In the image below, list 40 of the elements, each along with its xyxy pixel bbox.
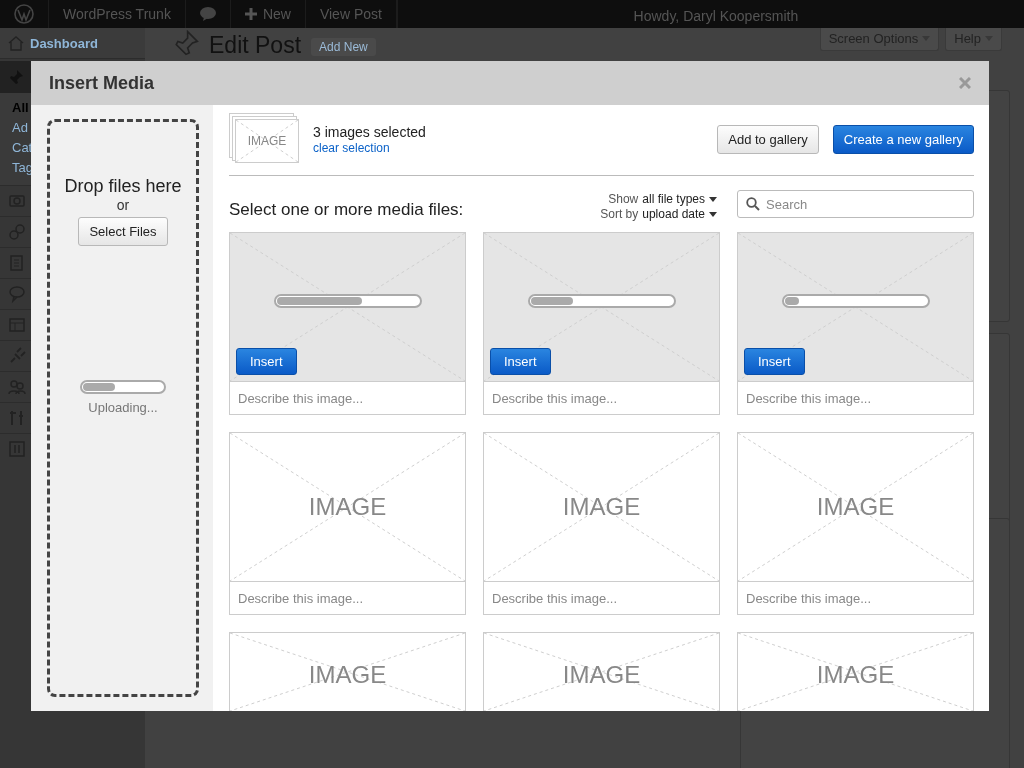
image-placeholder[interactable]: IMAGE [738, 433, 973, 582]
insert-button[interactable]: Insert [236, 348, 297, 375]
caret-icon [709, 211, 717, 217]
view-post-link[interactable]: View Post [319, 6, 382, 22]
create-gallery-button[interactable]: Create a new gallery [832, 124, 974, 154]
close-icon[interactable] [959, 77, 971, 89]
drop-zone[interactable]: Drop files here or Select Files Uploading... [47, 119, 199, 697]
image-placeholder[interactable]: IMAGE [230, 433, 465, 582]
drop-text: Drop files here [64, 176, 182, 197]
upload-status: Uploading... [88, 400, 158, 415]
caret-icon [709, 196, 717, 202]
section-heading: Select one or more media files: [229, 200, 464, 220]
plus-icon [244, 8, 257, 20]
image-placeholder[interactable]: IMAGE [230, 633, 465, 711]
filter-dropdown[interactable]: Show all file types [608, 192, 717, 206]
add-new-button[interactable]: Add New [311, 38, 376, 56]
image-placeholder[interactable]: IMAGE [484, 433, 719, 582]
greeting-link[interactable]: Howdy, Daryl Koopersmith [633, 8, 799, 24]
selection-count: 3 images selected [313, 123, 426, 140]
new-link[interactable]: New [262, 6, 291, 22]
pushpin-icon [173, 30, 199, 56]
add-to-gallery-button[interactable]: Add to gallery [717, 124, 819, 154]
submenu-item[interactable]: Cat [12, 139, 33, 157]
image-thumbnail: IMAGE [235, 119, 299, 163]
filter-dropdown[interactable]: Sort by upload date [600, 207, 717, 221]
speech-bubble-icon[interactable] [199, 7, 216, 21]
search-field[interactable]: Search [737, 190, 974, 218]
clear-selection-link[interactable]: clear selection [313, 140, 426, 155]
select-files-button[interactable]: Select Files [78, 217, 168, 246]
image-placeholder[interactable]: IMAGE [738, 633, 973, 711]
site-name-link[interactable]: WordPress Trunk [63, 6, 171, 22]
image-placeholder[interactable]: IMAGE [484, 633, 719, 711]
house-icon [8, 35, 24, 51]
or-text: or [116, 197, 130, 213]
modal-title: Insert Media [49, 72, 155, 94]
submenu-item[interactable]: Ad [12, 119, 28, 137]
insert-button[interactable]: Insert [744, 348, 805, 375]
search-icon [746, 197, 760, 211]
insert-button[interactable]: Insert [490, 348, 551, 375]
wordpress-logo-icon[interactable] [14, 4, 34, 24]
